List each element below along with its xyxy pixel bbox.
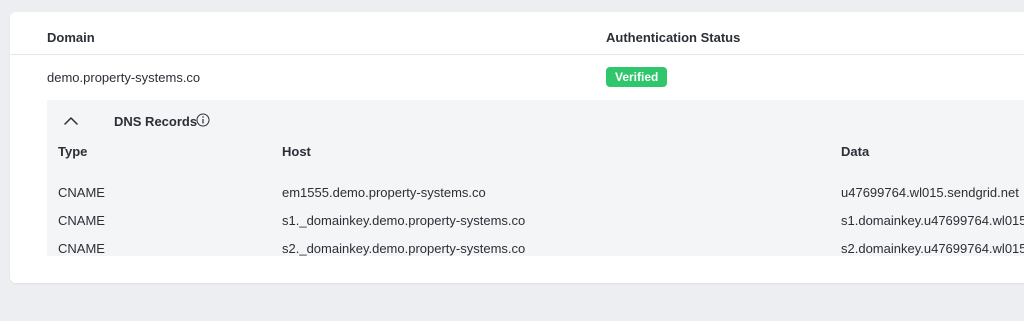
table-header-row: Domain Authentication Status	[10, 12, 1024, 55]
record-type: CNAME	[58, 241, 105, 256]
record-host[interactable]: s1._domainkey.demo.property-systems.co	[282, 213, 525, 228]
record-data[interactable]: s2.domainkey.u47699764.wl015.sendgrid.ne…	[841, 241, 1024, 256]
column-header-host: Host	[282, 144, 311, 159]
domain-row[interactable]: demo.property-systems.co Verified	[10, 55, 1024, 99]
record-type: CNAME	[58, 213, 105, 228]
dns-records-panel: DNS Records Type Host Data CNAME em1555.…	[47, 100, 1024, 256]
record-host[interactable]: s2._domainkey.demo.property-systems.co	[282, 241, 525, 256]
domain-authentication-card: Domain Authentication Status demo.proper…	[10, 12, 1024, 283]
column-header-type: Type	[58, 144, 88, 159]
record-data[interactable]: s1.domainkey.u47699764.wl015.sendgrid.ne…	[841, 213, 1024, 228]
column-header-authentication-status: Authentication Status	[606, 30, 741, 45]
dns-records-title: DNS Records	[114, 114, 198, 129]
column-header-domain: Domain	[47, 30, 95, 45]
record-data[interactable]: u47699764.wl015.sendgrid.net	[841, 185, 1019, 200]
info-icon[interactable]	[196, 113, 210, 127]
domain-name: demo.property-systems.co	[47, 70, 201, 85]
status-badge: Verified	[606, 67, 668, 87]
chevron-up-icon[interactable]	[61, 111, 81, 131]
column-header-data: Data	[841, 144, 870, 159]
record-type: CNAME	[58, 185, 105, 200]
record-host[interactable]: em1555.demo.property-systems.co	[282, 185, 486, 200]
